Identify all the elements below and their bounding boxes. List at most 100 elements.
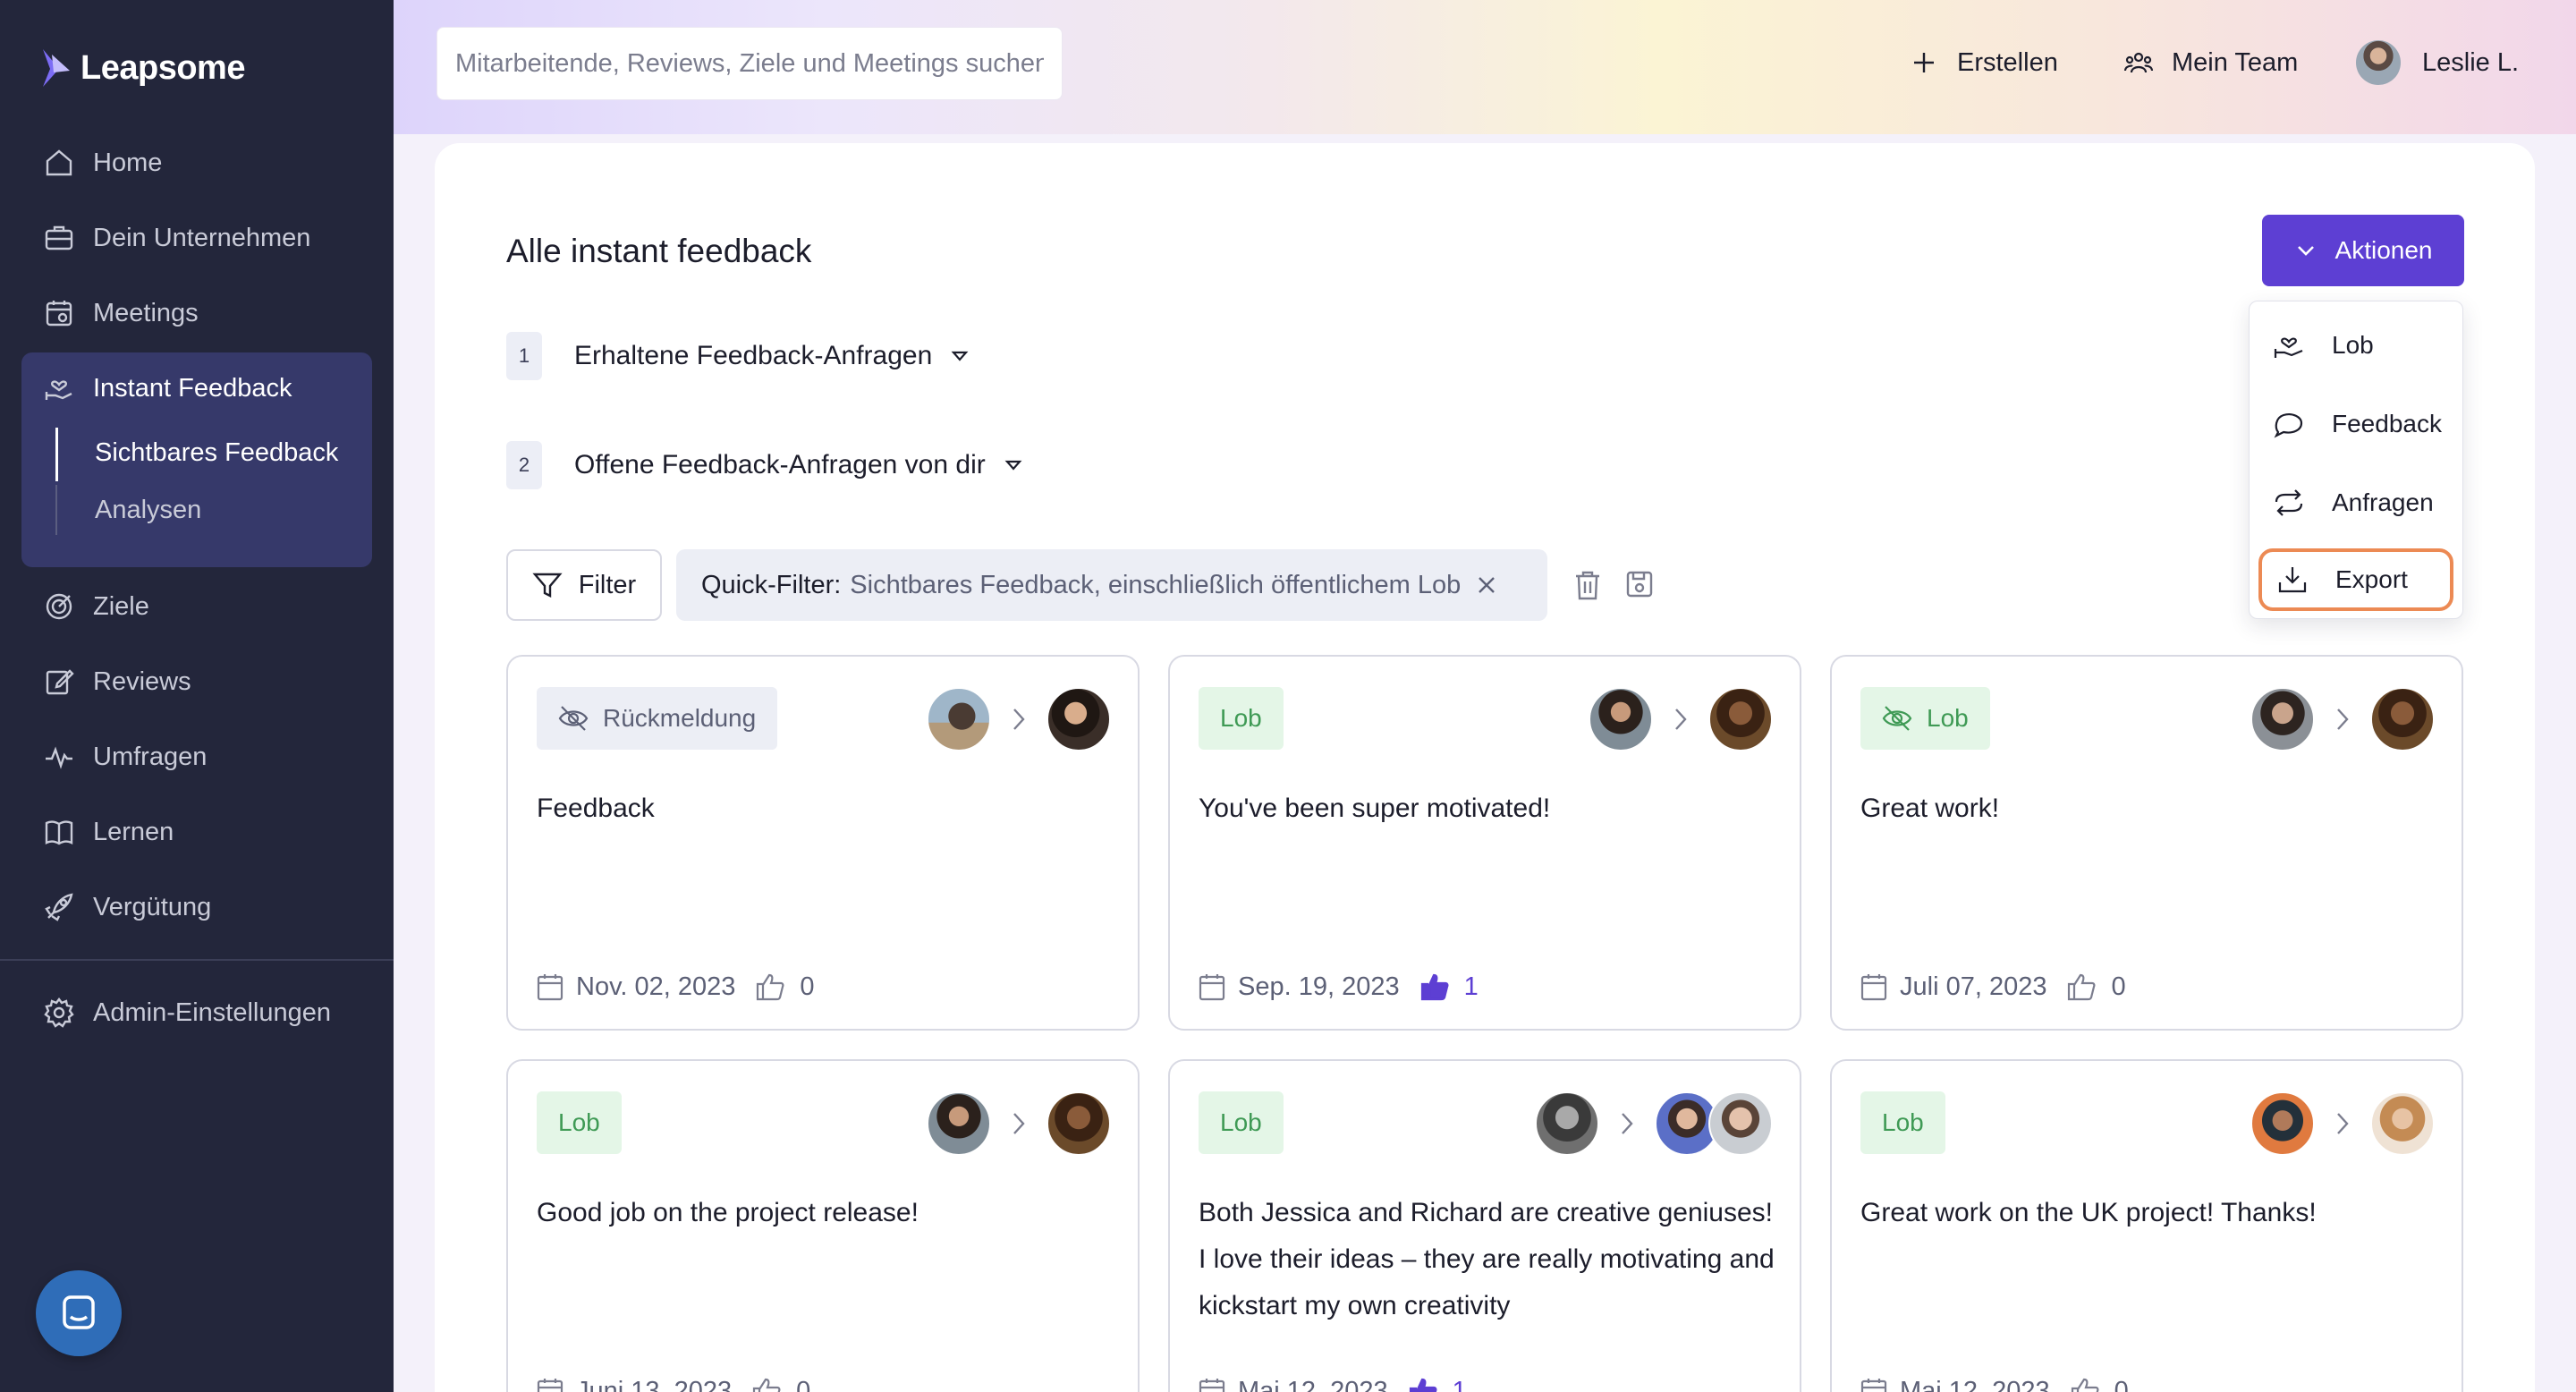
sidebar-item-meetings[interactable]: Meetings	[0, 286, 394, 340]
sidebar-item-home[interactable]: Home	[0, 136, 394, 190]
feedback-card[interactable]: Lob Great work! Juli 07, 2023 0	[1830, 655, 2463, 1031]
user-menu-button[interactable]: Leslie L.	[2356, 36, 2519, 89]
sidebar-item-reviews[interactable]: Reviews	[0, 655, 394, 709]
avatar[interactable]	[927, 1091, 991, 1156]
close-icon[interactable]	[1475, 573, 1498, 597]
avatar[interactable]	[927, 687, 991, 751]
thumbs-up-icon[interactable]	[2066, 972, 2097, 1001]
avatar[interactable]	[2250, 687, 2315, 751]
feedback-card[interactable]: Lob Good job on the project release! Jun…	[506, 1059, 1140, 1392]
briefcase-icon	[45, 225, 73, 250]
feedback-card[interactable]: Lob Great work on the UK project! Thanks…	[1830, 1059, 2463, 1392]
tag-label: Lob	[1927, 704, 1969, 732]
avatar[interactable]	[2370, 687, 2435, 751]
create-button[interactable]: Erstellen	[1909, 36, 2058, 89]
feedback-card[interactable]: Lob Both Jessica and Richard are creativ…	[1168, 1059, 1801, 1392]
my-team-button[interactable]: Mein Team	[2123, 36, 2298, 89]
chat-icon	[63, 1295, 95, 1329]
avatar[interactable]	[1535, 1091, 1599, 1156]
logo[interactable]: Leapsome	[39, 41, 245, 95]
menu-item-feedback[interactable]: Feedback	[2258, 393, 2453, 455]
thumbs-up-filled-icon[interactable]	[1419, 972, 1450, 1001]
feedback-card[interactable]: Rückmeldung Feedback Nov. 02, 2023 0	[506, 655, 1140, 1031]
sidebar-item-compensation[interactable]: Vergütung	[0, 880, 394, 934]
sidebar-item-admin-settings[interactable]: Admin-Einstellungen	[0, 986, 394, 1040]
calendar-icon	[46, 301, 72, 327]
sidebar-item-company[interactable]: Dein Unternehmen	[0, 211, 394, 265]
thumbs-up-icon[interactable]	[751, 1377, 782, 1392]
sidebar-subitem-visible-feedback[interactable]: Sichtbares Feedback	[55, 428, 339, 481]
menu-item-praise[interactable]: Lob	[2258, 314, 2453, 377]
calendar-icon	[1199, 974, 1225, 1001]
save-icon[interactable]	[1624, 569, 1655, 599]
thumbs-up-filled-icon[interactable]	[1408, 1377, 1438, 1392]
like-count: 0	[800, 972, 815, 1001]
thumbs-up-icon[interactable]	[2070, 1377, 2100, 1392]
sender-receiver	[2250, 1091, 2435, 1156]
menu-item-requests[interactable]: Anfragen	[2258, 471, 2453, 534]
chevron-right-icon	[1675, 709, 1687, 730]
leapsome-logo-icon	[43, 49, 70, 87]
trash-icon[interactable]	[1572, 569, 1603, 601]
avatar[interactable]	[1708, 687, 1773, 751]
avatar[interactable]	[1046, 687, 1111, 751]
my-team-label: Mein Team	[2172, 47, 2299, 77]
calendar-icon	[1860, 974, 1887, 1001]
sidebar-item-label: Ziele	[93, 591, 149, 621]
sender-receiver	[927, 687, 1111, 751]
section-received-requests[interactable]: 1 Erhaltene Feedback-Anfragen	[506, 331, 970, 381]
brand-name: Leapsome	[80, 48, 245, 87]
feedback-type-tag: Lob	[537, 1091, 622, 1154]
caret-down-icon	[1004, 460, 1022, 471]
hand-heart-icon	[2274, 337, 2303, 358]
sidebar-divider	[0, 959, 394, 961]
sidebar-item-label: Home	[93, 148, 163, 177]
card-footer: Juni 13, 2023 0	[537, 1369, 810, 1392]
avatar[interactable]	[1589, 687, 1653, 751]
like-count: 0	[796, 1376, 811, 1392]
sidebar-item-label: Instant Feedback	[93, 373, 292, 403]
card-footer: Nov. 02, 2023 0	[537, 964, 815, 1009]
avatar[interactable]	[1708, 1091, 1773, 1156]
caret-down-icon	[951, 351, 969, 361]
sidebar-item-surveys[interactable]: Umfragen	[0, 730, 394, 784]
filter-button[interactable]: Filter	[506, 549, 662, 621]
feedback-date: Juni 13, 2023	[576, 1376, 733, 1392]
thumbs-up-icon[interactable]	[755, 972, 785, 1001]
like-count: 1	[1463, 972, 1479, 1001]
chat-launcher-button[interactable]	[36, 1270, 122, 1356]
avatar[interactable]	[2250, 1091, 2315, 1156]
menu-item-export[interactable]: Export	[2258, 548, 2453, 611]
funnel-icon	[532, 573, 563, 598]
quick-filter-label: Quick-Filter:	[701, 570, 842, 599]
avatar[interactable]	[1046, 1091, 1111, 1156]
sidebar-item-instant-feedback[interactable]: Instant Feedback	[0, 361, 394, 415]
quick-filter-value: Sichtbares Feedback, einschließlich öffe…	[850, 570, 1462, 599]
home-icon	[46, 149, 72, 176]
sidebar-subitem-analytics[interactable]: Analysen	[55, 485, 201, 535]
search-input[interactable]	[436, 27, 1063, 100]
create-label: Erstellen	[1957, 47, 2058, 77]
chevron-right-icon	[1622, 1113, 1633, 1134]
calendar-icon	[1860, 1379, 1887, 1392]
quick-filter-chip[interactable]: Quick-Filter: Sichtbares Feedback, einsc…	[676, 549, 1547, 621]
feedback-card[interactable]: Lob You've been super motivated! Sep. 19…	[1168, 655, 1801, 1031]
sidebar-subitem-label: Sichtbares Feedback	[95, 437, 339, 467]
section-open-requests[interactable]: 2 Offene Feedback-Anfragen von dir	[506, 440, 1023, 490]
card-footer: Mai 12, 2023 0	[1860, 1369, 2129, 1392]
actions-button[interactable]: Aktionen	[2262, 215, 2464, 286]
sidebar-subitem-label: Analysen	[95, 495, 202, 524]
sidebar-item-goals[interactable]: Ziele	[0, 580, 394, 633]
chevron-right-icon	[1013, 1113, 1025, 1134]
feedback-text: Feedback	[537, 794, 655, 823]
sidebar-item-label: Lernen	[93, 817, 174, 846]
filter-label: Filter	[578, 570, 637, 599]
avatar[interactable]	[2370, 1091, 2435, 1156]
chevron-right-icon	[1013, 709, 1025, 730]
feedback-text: Great work on the UK project! Thanks!	[1860, 1198, 2317, 1227]
user-name: Leslie L.	[2422, 47, 2520, 77]
card-footer: Juli 07, 2023 0	[1860, 964, 2126, 1009]
sidebar-item-learning[interactable]: Lernen	[0, 805, 394, 859]
tag-label: Lob	[558, 1108, 600, 1136]
section-label: Offene Feedback-Anfragen von dir	[574, 450, 986, 480]
